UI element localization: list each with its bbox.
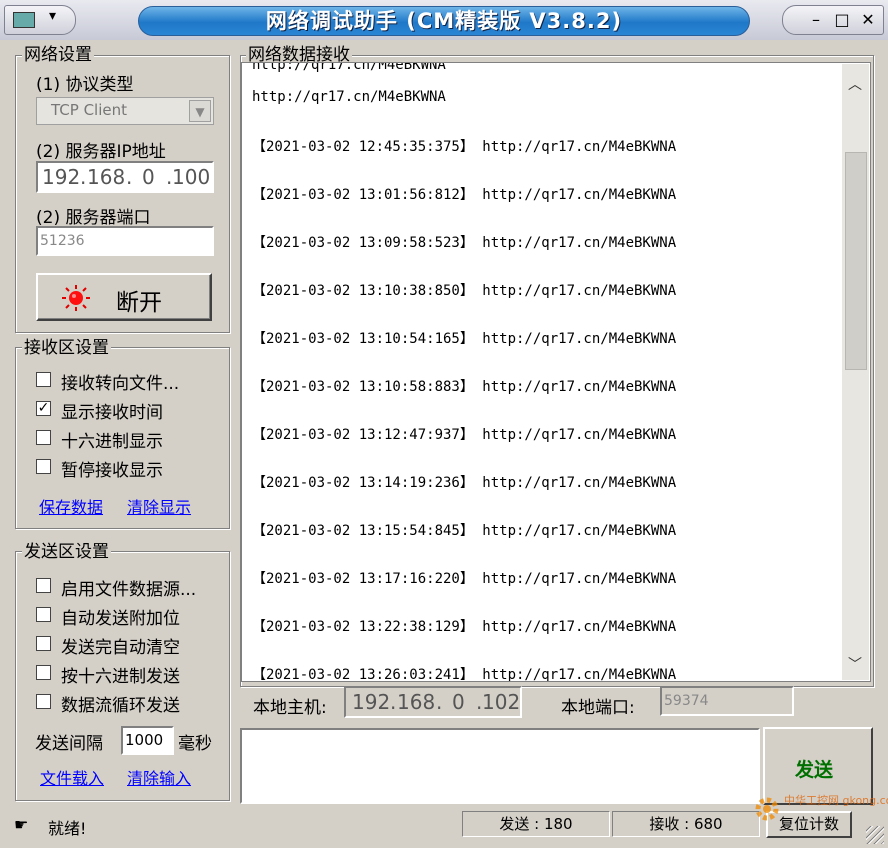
recv-text-area[interactable]: http://qr17.cn/M4eBKWNA http://qr17.cn/M…: [241, 62, 871, 682]
save-data-link[interactable]: 保存数据: [39, 494, 103, 518]
server-port-input[interactable]: 51236: [36, 226, 214, 256]
local-port-label: 本地端口:: [561, 698, 635, 718]
auto-clear-checkbox[interactable]: [36, 636, 51, 651]
app-icon: [13, 12, 35, 28]
ip-octet: 102: [482, 690, 521, 714]
resize-grip-icon[interactable]: [866, 826, 884, 844]
send-button-label: 发送: [795, 759, 834, 781]
protocol-select[interactable]: TCP Client ▼: [36, 97, 214, 125]
hex-send-label: 按十六进制发送: [61, 667, 180, 687]
file-source-label: 启用文件数据源...: [61, 580, 197, 600]
ip-octet: 192: [352, 690, 391, 714]
loop-send-label: 数据流循环发送: [61, 696, 180, 716]
disconnect-button[interactable]: 断开: [36, 273, 212, 321]
hex-send-checkbox[interactable]: [36, 665, 51, 680]
ip-octet: 100: [172, 165, 211, 189]
recv-line: 【2021-03-02 13:10:38:850】 http://qr17.cn…: [252, 283, 677, 299]
ip-octet: 0: [452, 690, 465, 714]
clear-display-link[interactable]: 清除显示: [127, 494, 191, 518]
chevron-down-icon: ▾: [49, 8, 57, 24]
protocol-value: TCP Client: [51, 101, 127, 119]
recv-line: 【2021-03-02 13:14:19:236】 http://qr17.cn…: [252, 475, 677, 491]
system-menu-button[interactable]: ▾: [4, 5, 76, 35]
scroll-down-icon[interactable]: ﹀: [848, 654, 862, 674]
status-light-icon: [62, 285, 90, 311]
recv-line: 【2021-03-02 13:12:47:937】 http://qr17.cn…: [252, 427, 677, 443]
recv-count: 接收 : 680: [612, 811, 760, 837]
recv-to-file-checkbox[interactable]: [36, 372, 51, 387]
recv-line: http://qr17.cn/M4eBKWNA: [252, 89, 446, 105]
network-settings-title: 网络设置: [22, 45, 94, 65]
local-host-input[interactable]: 192 . 168 . 0 . 102: [344, 686, 522, 718]
local-host-label: 本地主机:: [253, 698, 327, 718]
ip-octet: 168: [397, 690, 436, 714]
loop-send-checkbox[interactable]: [36, 694, 51, 709]
title-bar[interactable]: ▾ 网络调试助手 (CM精装版 V3.8.2) – □ ✕: [0, 0, 888, 40]
scroll-up-icon[interactable]: ︿: [848, 74, 862, 94]
ip-octet: 192: [42, 165, 81, 189]
recv-line: 【2021-03-02 13:15:54:845】 http://qr17.cn…: [252, 523, 677, 539]
recv-line: 【2021-03-02 13:26:03:241】 http://qr17.cn…: [252, 667, 677, 682]
interval-unit: 毫秒: [178, 734, 212, 754]
maximize-icon[interactable]: □: [829, 9, 855, 31]
server-port-label: (2) 服务器端口: [36, 208, 151, 228]
recv-line: http://qr17.cn/M4eBKWNA: [252, 62, 446, 73]
recv-line: 【2021-03-02 13:10:58:883】 http://qr17.cn…: [252, 379, 677, 395]
minimize-icon[interactable]: –: [803, 9, 829, 31]
clear-input-link[interactable]: 清除输入: [127, 765, 191, 789]
title-pill: 网络调试助手 (CM精装版 V3.8.2): [138, 6, 750, 36]
protocol-label: (1) 协议类型: [36, 75, 134, 95]
hex-display-checkbox[interactable]: [36, 430, 51, 445]
send-settings-title: 发送区设置: [22, 542, 111, 562]
watermark-logo: 中华工控网 gkong.com: [752, 790, 888, 830]
pause-display-label: 暂停接收显示: [61, 461, 163, 481]
append-bits-label: 自动发送附加位: [61, 609, 180, 629]
recv-settings-title: 接收区设置: [22, 338, 111, 358]
ip-octet: 168: [87, 165, 126, 189]
show-recv-time-checkbox[interactable]: ✓: [36, 401, 51, 416]
ip-octet: 0: [142, 165, 155, 189]
window-controls: – □ ✕: [782, 5, 884, 35]
show-recv-time-label: 显示接收时间: [61, 403, 163, 423]
window-title: 网络调试助手 (CM精装版 V3.8.2): [265, 9, 623, 33]
send-input[interactable]: [240, 728, 760, 804]
chevron-down-icon[interactable]: ▼: [189, 100, 211, 122]
append-bits-checkbox[interactable]: [36, 607, 51, 622]
local-port-input[interactable]: 59374: [660, 686, 794, 716]
server-ip-label: (2) 服务器IP地址: [36, 142, 166, 162]
recv-line: 【2021-03-02 13:17:16:220】 http://qr17.cn…: [252, 571, 677, 587]
watermark-text: 中华工控网 gkong.com: [784, 794, 888, 807]
pointing-hand-icon: ☛: [14, 815, 29, 834]
recv-line: 【2021-03-02 13:10:54:165】 http://qr17.cn…: [252, 331, 677, 347]
recv-line: 【2021-03-02 13:22:38:129】 http://qr17.cn…: [252, 619, 677, 635]
hex-display-label: 十六进制显示: [61, 432, 163, 452]
load-file-link[interactable]: 文件载入: [40, 765, 104, 789]
pause-display-checkbox[interactable]: [36, 459, 51, 474]
auto-clear-label: 发送完自动清空: [61, 638, 180, 658]
file-source-checkbox[interactable]: [36, 578, 51, 593]
scrollbar-thumb[interactable]: [845, 152, 867, 370]
recv-line: 【2021-03-02 13:09:58:523】 http://qr17.cn…: [252, 235, 677, 251]
interval-input[interactable]: 1000: [121, 726, 174, 755]
disconnect-label: 断开: [116, 290, 162, 316]
status-ready: 就绪!: [48, 819, 87, 838]
recv-line: 【2021-03-02 13:01:56:812】 http://qr17.cn…: [252, 187, 677, 203]
interval-label: 发送间隔: [35, 734, 103, 754]
recv-line: 【2021-03-02 12:45:35:375】 http://qr17.cn…: [252, 139, 677, 155]
server-ip-input[interactable]: 192 . 168 . 0 . 100: [36, 161, 214, 193]
recv-to-file-label: 接收转向文件...: [61, 374, 180, 394]
close-icon[interactable]: ✕: [855, 9, 881, 31]
sent-count: 发送 : 180: [462, 811, 610, 837]
